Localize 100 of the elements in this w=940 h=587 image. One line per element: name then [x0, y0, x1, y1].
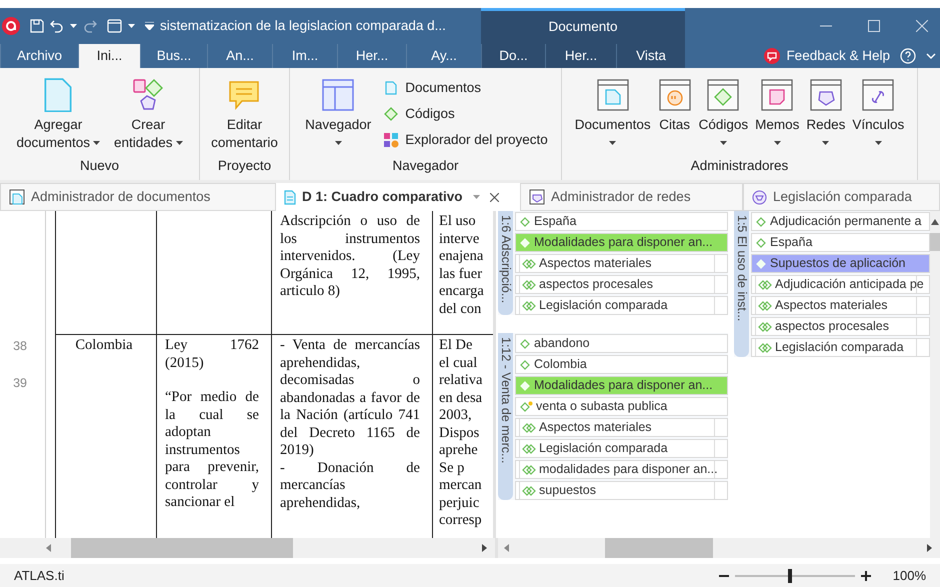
ribbon-tab[interactable]: Vista — [616, 44, 685, 68]
code-tag[interactable]: Supuestos de aplicación — [751, 254, 930, 273]
text-line: El uso — [439, 213, 476, 230]
text-line: interve — [439, 230, 480, 248]
document-tab[interactable]: Administrador de documentos — [0, 183, 276, 211]
diamond-icon — [756, 258, 767, 268]
code-tag[interactable]: Aspectos materiales — [515, 254, 728, 273]
document-tab[interactable]: Legislación comparada — [743, 183, 940, 211]
text-line: enajena — [439, 248, 484, 266]
caret-icon — [720, 141, 727, 145]
help-icon[interactable] — [900, 48, 916, 64]
text-line: Dispos — [439, 424, 480, 442]
diamond-icon — [520, 380, 531, 390]
text-line: relativa — [439, 372, 482, 390]
ribbon-button[interactable]: Citas — [656, 76, 694, 152]
scroll-left-arrow-icon[interactable] — [46, 544, 51, 552]
code-tag[interactable]: aspectos procesales — [515, 275, 728, 294]
code-tag[interactable]: Legislación comparada — [751, 338, 930, 357]
chevron-down-icon[interactable] — [926, 53, 936, 59]
ribbon-button[interactable]: Crear entidades — [112, 76, 185, 152]
ribbon-group-label: Administradores — [690, 156, 790, 175]
ribbon-button[interactable]: Vínculos — [850, 76, 906, 152]
scrollbar-thumb[interactable] — [71, 538, 293, 558]
ribbon-button[interactable]: Agregar documentos — [14, 76, 102, 152]
code-tag[interactable]: Modalidades para disponer an... — [515, 376, 728, 395]
redo-icon[interactable] — [83, 19, 97, 33]
ribbon-group-label: Nuevo — [78, 156, 120, 175]
code-tag[interactable]: abandono — [515, 334, 728, 353]
quote-window-icon — [658, 78, 692, 112]
caret-icon — [70, 24, 77, 28]
diamond-icon — [756, 238, 767, 248]
ribbon-tab[interactable]: Ini... — [78, 44, 140, 68]
diamond-icon — [384, 107, 398, 121]
scroll-right-arrow-icon[interactable] — [927, 544, 932, 552]
scroll-up-arrow-icon[interactable] — [931, 219, 939, 225]
cell-text: - Donación de mercancías aprehendidas, — [280, 460, 420, 512]
close-icon[interactable] — [490, 192, 499, 202]
customize-caret-icon[interactable] — [145, 22, 154, 30]
quotation-label[interactable]: 1:5 El uso de inst... — [734, 211, 749, 357]
caret-icon — [822, 141, 830, 145]
code-tag[interactable]: Legislación comparada — [515, 439, 728, 458]
navigator-list-button[interactable]: Explorador del proyecto — [383, 128, 548, 152]
scrollbar-thumb[interactable] — [605, 538, 713, 558]
document-tab[interactable]: D 1: Cuadro comparativo — [276, 183, 520, 211]
double-diamond-icon — [758, 280, 772, 290]
cell-text: “Por medio de la cual se adoptan instrumentos para prevenir, controlar y sancionar el — [165, 389, 259, 512]
ribbon-button[interactable]: Navegador — [303, 76, 374, 152]
code-tag[interactable]: modalidades para disponer an... — [515, 460, 728, 479]
double-diamond-icon — [522, 280, 536, 290]
document-icon — [43, 78, 74, 112]
code-tag[interactable]: Aspectos materiales — [751, 296, 930, 315]
quotation-label[interactable]: 1:12 - Venta de merc... — [498, 333, 513, 500]
document-window-icon — [596, 78, 630, 112]
code-tag[interactable]: Aspectos materiales — [515, 418, 728, 437]
caret-icon — [609, 141, 616, 145]
scroll-left-arrow-icon[interactable] — [504, 544, 509, 552]
text-line: 2003, — [439, 407, 472, 424]
code-tag[interactable]: Colombia — [515, 355, 728, 374]
code-tag[interactable]: España — [751, 233, 930, 252]
code-tag[interactable]: España — [515, 212, 728, 231]
ribbon-button[interactable]: Documentos — [572, 76, 653, 152]
code-tag[interactable]: aspectos procesales — [751, 317, 930, 336]
app-logo — [2, 17, 20, 35]
code-tag[interactable]: Adjudicación permanente a — [751, 212, 930, 231]
text-line: corresp — [439, 512, 482, 530]
text-line: en desa — [439, 390, 482, 407]
zoom-in-icon[interactable] — [860, 570, 871, 580]
double-diamond-icon — [758, 300, 772, 310]
quotation-label[interactable]: 1:6 Adscripció... — [498, 211, 513, 315]
diamond-icon — [756, 216, 767, 226]
text-line: encarga — [439, 283, 484, 300]
code-tag[interactable]: venta o subasta publica — [515, 397, 728, 416]
navigator-list-button[interactable]: Documentos — [383, 76, 548, 100]
slider-thumb[interactable] — [788, 568, 792, 582]
ribbon-tab[interactable]: Do... — [481, 44, 545, 68]
feedback-help-button[interactable]: Feedback & Help — [764, 46, 890, 66]
ribbon-button[interactable]: Memos — [753, 76, 802, 152]
zoom-slider[interactable] — [734, 568, 855, 582]
navigator-list-button[interactable]: Códigos — [383, 102, 548, 126]
cell-text: - Venta de mercancías aprehendidas, decomisadas o abandonadas a favor de la Nación (artículo 741 del Decreto 1165 de 2019) — [280, 337, 420, 460]
code-tag[interactable]: supuestos — [515, 481, 728, 500]
text-line: El De — [439, 337, 472, 354]
ribbon-tab[interactable]: Her... — [545, 44, 616, 68]
code-tag[interactable]: Adjudicación anticipada pe — [751, 275, 930, 294]
caret-icon — [472, 195, 480, 199]
line-number: 38 — [12, 338, 28, 355]
window-icon[interactable] — [107, 19, 122, 33]
code-tag[interactable]: Legislación comparada — [515, 296, 728, 315]
scrollbar-thumb[interactable] — [930, 233, 940, 251]
maximize-icon[interactable] — [868, 20, 880, 32]
code-tag[interactable]: Modalidades para disponer an... — [515, 233, 728, 252]
ribbon-button[interactable]: Códigos — [696, 76, 750, 152]
save-icon[interactable] — [30, 19, 44, 33]
colored-squares-icon — [384, 132, 399, 148]
caret-icon — [176, 141, 183, 145]
scroll-right-arrow-icon[interactable] — [482, 544, 487, 552]
ribbon-button[interactable]: Redes — [804, 76, 848, 152]
ribbon-button[interactable]: Editar comentario — [209, 76, 280, 152]
document-tab[interactable]: Administrador de redes — [520, 183, 743, 211]
undo-icon[interactable] — [50, 19, 64, 33]
